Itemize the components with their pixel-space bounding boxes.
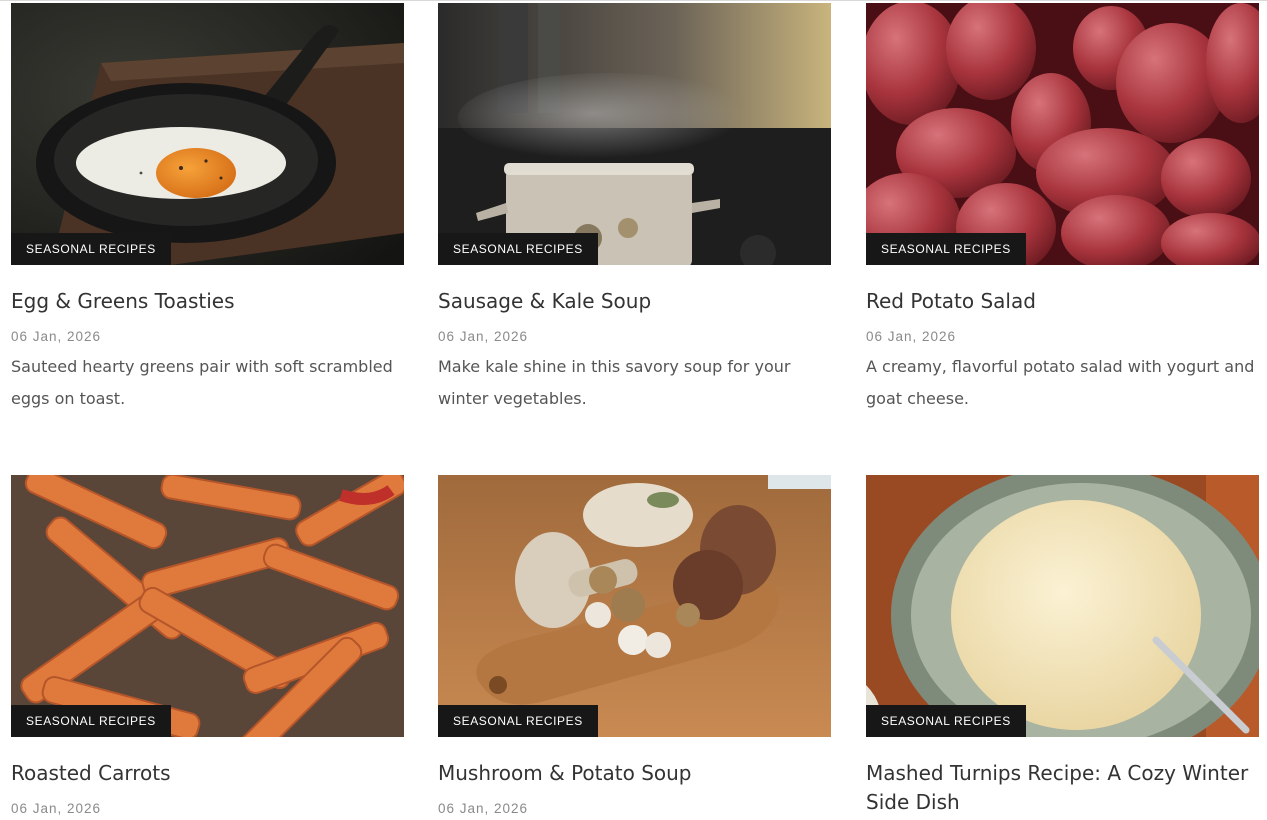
- recipe-excerpt: Make kale shine in this savory soup for …: [438, 357, 791, 408]
- recipe-title[interactable]: Sausage & Kale Soup: [438, 287, 832, 316]
- egg-skillet-image: [11, 3, 404, 265]
- post-date: 06 Jan, 2026: [866, 329, 957, 344]
- recipe-image[interactable]: SEASONAL RECIPES: [11, 475, 404, 737]
- roasted-carrots-image: [11, 475, 404, 737]
- recipe-card: SEASONAL RECIPES Sausage & Kale Soup 06 …: [438, 3, 832, 415]
- recipe-title[interactable]: Red Potato Salad: [866, 287, 1260, 316]
- post-date: 06 Jan, 2026: [438, 801, 529, 816]
- post-date: 06 Jan, 2026: [11, 801, 102, 816]
- mushrooms-board-image: [438, 475, 831, 737]
- category-badge[interactable]: SEASONAL RECIPES: [438, 233, 598, 265]
- category-badge[interactable]: SEASONAL RECIPES: [438, 705, 598, 737]
- recipe-card: SEASONAL RECIPES Roasted Carrots 06 Jan,…: [11, 475, 405, 818]
- soup-pot-image: [438, 3, 831, 265]
- recipe-title[interactable]: Mushroom & Potato Soup: [438, 759, 832, 788]
- recipe-excerpt: A creamy, flavorful potato salad with yo…: [866, 357, 1255, 408]
- mashed-turnips-image: [866, 475, 1259, 737]
- post-date: 06 Jan, 2026: [11, 329, 102, 344]
- category-badge[interactable]: SEASONAL RECIPES: [11, 705, 171, 737]
- recipe-title[interactable]: Roasted Carrots: [11, 759, 405, 788]
- recipe-excerpt: Sauteed hearty greens pair with soft scr…: [11, 357, 393, 408]
- recipe-card: SEASONAL RECIPES Mushroom & Potato Soup …: [438, 475, 832, 818]
- recipe-title[interactable]: Mashed Turnips Recipe: A Cozy Winter Sid…: [866, 759, 1260, 817]
- recipe-card: SEASONAL RECIPES Mashed Turnips Recipe: …: [866, 475, 1260, 817]
- category-badge[interactable]: SEASONAL RECIPES: [866, 705, 1026, 737]
- red-potatoes-image: [866, 3, 1259, 265]
- category-badge[interactable]: SEASONAL RECIPES: [866, 233, 1026, 265]
- recipe-image[interactable]: SEASONAL RECIPES: [866, 475, 1259, 737]
- recipe-card: SEASONAL RECIPES Red Potato Salad 06 Jan…: [866, 3, 1260, 415]
- recipe-title[interactable]: Egg & Greens Toasties: [11, 287, 405, 316]
- recipe-card: SEASONAL RECIPES Egg & Greens Toasties 0…: [11, 3, 405, 415]
- recipe-image[interactable]: SEASONAL RECIPES: [11, 3, 404, 265]
- category-badge[interactable]: SEASONAL RECIPES: [11, 233, 171, 265]
- post-date: 06 Jan, 2026: [438, 329, 529, 344]
- recipe-image[interactable]: SEASONAL RECIPES: [866, 3, 1259, 265]
- recipe-image[interactable]: SEASONAL RECIPES: [438, 475, 831, 737]
- recipe-image[interactable]: SEASONAL RECIPES: [438, 3, 831, 265]
- recipe-grid: SEASONAL RECIPES Egg & Greens Toasties 0…: [0, 0, 1267, 820]
